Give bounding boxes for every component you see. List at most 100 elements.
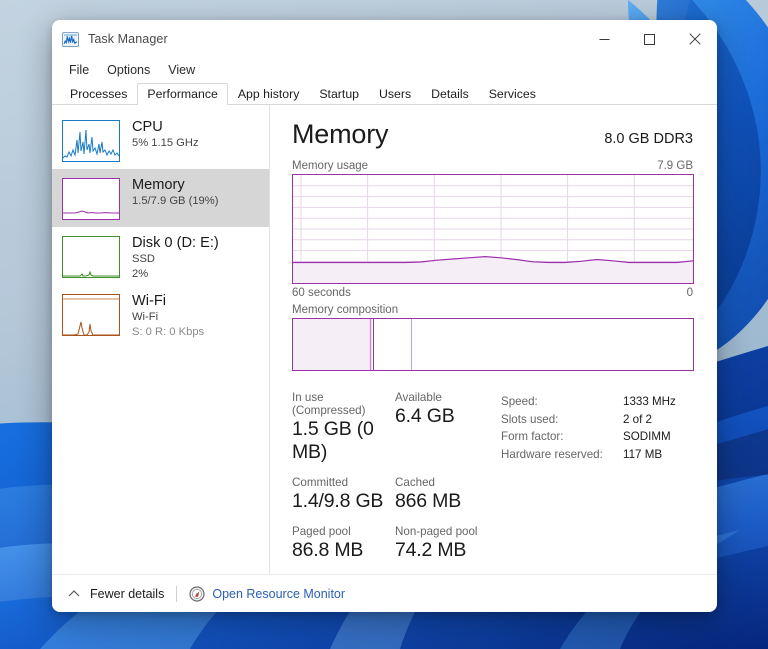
page-title: Memory — [292, 119, 389, 149]
memory-usage-axis: 60 seconds 0 — [292, 287, 693, 299]
menu-item-file[interactable]: File — [60, 61, 98, 79]
stat-non-paged-pool-value: 74.2 MB — [395, 539, 467, 561]
stat-committed: Committed 1.4/9.8 GB — [292, 476, 395, 513]
sidebar-memory-title: Memory — [132, 177, 185, 193]
stat-paged-pool: Paged pool 86.8 MB — [292, 525, 395, 562]
sidebar-disk0-title: Disk 0 (D: E:) — [132, 235, 219, 251]
memory-hardware-info: Speed: 1333 MHz Slots used: 2 of 2 Form … — [501, 391, 676, 574]
info-row-slots: Slots used: 2 of 2 — [501, 411, 676, 429]
stat-committed-label: Committed — [292, 476, 349, 489]
tab-startup[interactable]: Startup — [309, 83, 369, 105]
memory-usage-graph-header: Memory usage 7.9 GB — [292, 160, 693, 172]
sidebar-item-memory[interactable]: Memory 1.5/7.9 GB (19%) — [52, 169, 269, 227]
performance-sidebar: CPU 5% 1.15 GHz Memory 1.5/7.9 GB (19%) — [52, 105, 270, 574]
memory-stats-left: In use (Compressed) 1.5 GB (0 MB) Availa… — [292, 391, 497, 574]
sidebar-item-cpu[interactable]: CPU 5% 1.15 GHz — [52, 111, 269, 169]
window-titlebar[interactable]: Task Manager — [52, 20, 717, 58]
sidebar-item-disk0[interactable]: Disk 0 (D: E:) SSD 2% — [52, 227, 269, 285]
info-form-factor-key: Form factor: — [501, 430, 564, 443]
memory-hardware-summary: 8.0 GB DDR3 — [604, 131, 693, 147]
wifi-sparkline-icon — [62, 294, 120, 336]
gauge-icon — [189, 585, 205, 602]
stat-cached-value: 866 MB — [395, 490, 462, 512]
stat-in-use-label: In use (Compressed) — [292, 391, 366, 417]
fewer-details-label: Fewer details — [90, 586, 165, 601]
memory-panel-header: Memory 8.0 GB DDR3 — [292, 119, 693, 150]
info-slots-value: 2 of 2 — [623, 412, 653, 426]
minimize-icon — [599, 38, 610, 40]
stat-paged-pool-label: Paged pool — [292, 525, 351, 538]
stat-available: Available 6.4 GB — [395, 391, 455, 464]
info-speed-key: Speed: — [501, 395, 538, 408]
tab-processes[interactable]: Processes — [60, 83, 137, 105]
menu-bar: File Options View — [52, 58, 717, 82]
menu-item-view[interactable]: View — [159, 61, 204, 79]
stat-non-paged-pool-label: Non-paged pool — [395, 525, 478, 538]
info-row-speed: Speed: 1333 MHz — [501, 393, 676, 411]
tab-details[interactable]: Details — [421, 83, 479, 105]
stat-available-label: Available — [395, 391, 442, 404]
cpu-sparkline-icon — [62, 120, 120, 162]
stat-cached: Cached 866 MB — [395, 476, 461, 513]
close-icon — [688, 33, 701, 45]
memory-usage-graph[interactable] — [292, 174, 694, 284]
stat-in-use: In use (Compressed) 1.5 GB (0 MB) — [292, 391, 395, 464]
sidebar-cpu-sub: 5% 1.15 GHz — [132, 137, 199, 150]
stat-committed-value: 1.4/9.8 GB — [292, 490, 384, 512]
memory-stats: In use (Compressed) 1.5 GB (0 MB) Availa… — [292, 391, 693, 574]
window-content: CPU 5% 1.15 GHz Memory 1.5/7.9 GB (19%) — [52, 105, 717, 574]
stat-available-value: 6.4 GB — [395, 405, 455, 427]
sidebar-cpu-text: CPU 5% 1.15 GHz — [132, 119, 199, 150]
sidebar-disk0-sub2: 2% — [132, 267, 149, 280]
tab-performance[interactable]: Performance — [137, 83, 228, 105]
stat-non-paged-pool: Non-paged pool 74.2 MB — [395, 525, 478, 562]
info-hardware-reserved-value: 117 MB — [623, 447, 663, 461]
fewer-details-button[interactable]: Fewer details — [66, 586, 164, 602]
stat-cached-label: Cached — [395, 476, 435, 489]
memory-panel: Memory 8.0 GB DDR3 Memory usage 7.9 GB 6… — [270, 105, 717, 574]
tab-users[interactable]: Users — [369, 83, 421, 105]
sidebar-cpu-title: CPU — [132, 119, 163, 135]
memory-sparkline-icon — [62, 178, 120, 220]
sidebar-wifi-text: Wi-Fi Wi-Fi S: 0 R: 0 Kbps — [132, 293, 204, 338]
open-resource-monitor-label: Open Resource Monitor — [212, 586, 346, 601]
graph-axis-left: 60 seconds — [292, 287, 351, 299]
stat-row-3: Paged pool 86.8 MB Non-paged pool 74.2 M… — [292, 525, 497, 562]
info-form-factor-value: SODIMM — [623, 430, 671, 443]
tab-services[interactable]: Services — [479, 83, 546, 105]
maximize-icon — [644, 33, 655, 45]
tab-app-history[interactable]: App history — [228, 83, 310, 105]
memory-composition-label: Memory composition — [292, 304, 399, 316]
sidebar-wifi-title: Wi-Fi — [132, 293, 167, 309]
info-row-hardware-reserved: Hardware reserved: 117 MB — [501, 446, 676, 464]
sidebar-disk0-text: Disk 0 (D: E:) SSD 2% — [132, 235, 219, 280]
stat-row-2: Committed 1.4/9.8 GB Cached 866 MB — [292, 476, 497, 513]
window-title: Task Manager — [88, 32, 168, 46]
open-resource-monitor-link[interactable]: Open Resource Monitor — [189, 585, 346, 602]
menu-item-options[interactable]: Options — [98, 61, 159, 79]
sidebar-wifi-sub2: S: 0 R: 0 Kbps — [132, 325, 205, 338]
stat-in-use-value: 1.5 GB (0 MB) — [292, 418, 374, 463]
sidebar-memory-sub: 1.5/7.9 GB (19%) — [132, 195, 219, 208]
chevron-up-icon — [68, 589, 80, 596]
minimize-button[interactable] — [582, 20, 627, 58]
info-row-form-factor: Form factor: SODIMM — [501, 428, 676, 446]
graph-axis-right: 0 — [686, 287, 693, 299]
caption-button-group — [582, 20, 717, 58]
tab-strip: Processes Performance App history Startu… — [52, 82, 717, 105]
memory-usage-plot — [293, 175, 693, 283]
memory-usage-max: 7.9 GB — [657, 160, 693, 172]
close-button[interactable] — [672, 20, 717, 58]
sidebar-memory-text: Memory 1.5/7.9 GB (19%) — [132, 177, 218, 208]
window-footer: Fewer details Open Resource Monitor — [52, 574, 717, 612]
memory-usage-label: Memory usage — [292, 160, 369, 172]
maximize-button[interactable] — [627, 20, 672, 58]
stat-row-1: In use (Compressed) 1.5 GB (0 MB) Availa… — [292, 391, 497, 464]
task-manager-icon — [62, 31, 79, 47]
info-slots-key: Slots used: — [501, 412, 559, 426]
memory-composition-bar[interactable] — [292, 318, 694, 371]
info-speed-value: 1333 MHz — [623, 395, 676, 408]
memory-composition-plot — [293, 319, 412, 370]
sidebar-item-wifi[interactable]: Wi-Fi Wi-Fi S: 0 R: 0 Kbps — [52, 285, 269, 343]
sidebar-disk0-sub1: SSD — [132, 253, 156, 266]
